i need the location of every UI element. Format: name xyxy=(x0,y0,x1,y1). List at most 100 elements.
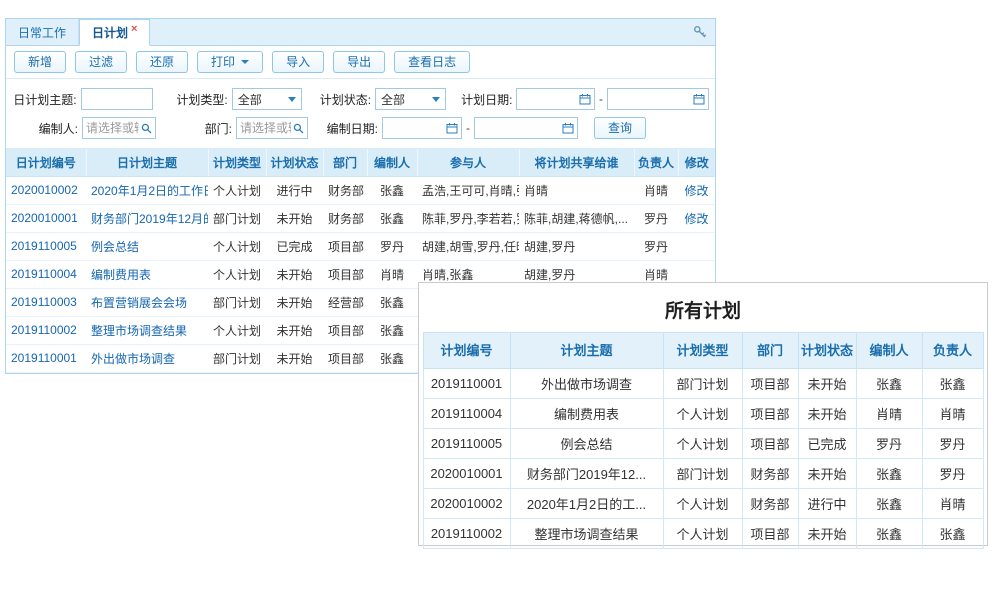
cell-owner: 肖晴 xyxy=(922,489,983,519)
cell-type: 个人计划 xyxy=(663,489,742,519)
plan-id-link[interactable]: 2019110003 xyxy=(11,295,77,309)
subject-link[interactable]: 外出做市场调查 xyxy=(91,352,175,366)
calendar-icon[interactable] xyxy=(446,122,458,134)
status-select[interactable]: 全部 xyxy=(375,88,446,110)
cell-subject: 2020年1月2日的工... xyxy=(510,489,663,519)
subject-link[interactable]: 编制费用表 xyxy=(91,268,151,282)
print-button-label: 打印 xyxy=(211,55,235,69)
col-dept[interactable]: 部门 xyxy=(323,149,367,176)
cell-creator: 罗丹 xyxy=(856,429,922,459)
col-modify[interactable]: 修改 xyxy=(678,149,715,176)
col-creator[interactable]: 编制人 xyxy=(367,149,417,176)
plan-id-link[interactable]: 2019110001 xyxy=(11,351,77,365)
filter-button[interactable]: 过滤 xyxy=(75,51,127,73)
query-button[interactable]: 查询 xyxy=(594,117,646,139)
cell-participants: 胡建,胡雪,罗丹,任晓... xyxy=(417,232,519,260)
type-select[interactable]: 全部 xyxy=(232,88,303,110)
table-header-row: 日计划编号 日计划主题 计划类型 计划状态 部门 编制人 参与人 将计划共享给谁… xyxy=(6,149,715,176)
cell-plan-id: 2020010001 xyxy=(6,204,86,232)
cell-creator: 张鑫 xyxy=(856,519,922,549)
cell-creator: 张鑫 xyxy=(367,288,417,316)
col-plan-id[interactable]: 日计划编号 xyxy=(6,149,86,176)
calendar-icon[interactable] xyxy=(579,93,591,105)
table-row: 2020010001 财务部门2019年12... 部门计划 财务部 未开始 张… xyxy=(423,459,983,489)
create-date-to-input[interactable] xyxy=(478,119,560,137)
col-creator: 编制人 xyxy=(856,333,922,369)
plan-id-link[interactable]: 2020010001 xyxy=(11,211,78,225)
subject-input[interactable] xyxy=(85,90,150,108)
cell-subject: 财务部门2019年12月的... xyxy=(86,204,208,232)
subject-link[interactable]: 2020年1月2日的工作日... xyxy=(91,184,208,198)
chevron-down-icon xyxy=(288,97,296,102)
add-button[interactable]: 新增 xyxy=(14,51,66,73)
plan-id-link[interactable]: 2020010002 xyxy=(11,183,78,197)
tab-daily-work[interactable]: 日常工作 xyxy=(6,19,79,45)
cell-modify: 修改 xyxy=(678,204,715,232)
cell-creator: 张鑫 xyxy=(367,316,417,344)
plan-id-link[interactable]: 2019110002 xyxy=(11,323,77,337)
cell-creator: 罗丹 xyxy=(367,232,417,260)
cell-subject: 编制费用表 xyxy=(86,260,208,288)
search-icon[interactable] xyxy=(293,123,304,134)
cell-type: 部门计划 xyxy=(663,459,742,489)
cell-owner: 罗丹 xyxy=(922,459,983,489)
close-tab-icon[interactable]: × xyxy=(131,23,137,35)
plan-id-link[interactable]: 2019110004 xyxy=(11,267,77,281)
col-participants[interactable]: 参与人 xyxy=(417,149,519,176)
subject-link[interactable]: 财务部门2019年12月的... xyxy=(91,212,208,226)
cell-plan-id: 2019110005 xyxy=(423,429,510,459)
cell-subject: 2020年1月2日的工作日... xyxy=(86,176,208,204)
all-plans-table: 计划编号 计划主题 计划类型 部门 计划状态 编制人 负责人 201911000… xyxy=(423,332,984,549)
plan-date-to-box xyxy=(607,88,709,110)
plan-id-link[interactable]: 2019110005 xyxy=(11,239,77,253)
cell-plan-id: 2020010002 xyxy=(423,489,510,519)
cell-creator: 张鑫 xyxy=(856,369,922,399)
import-button[interactable]: 导入 xyxy=(272,51,324,73)
tab-daily-plan[interactable]: 日计划 × xyxy=(79,19,150,46)
cell-plan-id: 2019110004 xyxy=(423,399,510,429)
cell-plan-id: 2019110002 xyxy=(423,519,510,549)
restore-button[interactable]: 还原 xyxy=(136,51,188,73)
dept-input[interactable] xyxy=(240,119,291,137)
cell-plan-id: 2019110002 xyxy=(6,316,86,344)
modify-link[interactable]: 修改 xyxy=(684,184,708,198)
col-subject[interactable]: 日计划主题 xyxy=(86,149,208,176)
cell-subject: 财务部门2019年12... xyxy=(510,459,663,489)
search-icon[interactable] xyxy=(141,123,152,134)
cell-type: 部门计划 xyxy=(663,369,742,399)
col-share[interactable]: 将计划共享给谁 xyxy=(519,149,634,176)
subject-link[interactable]: 布置营销展会会场 xyxy=(91,296,187,310)
cell-type: 个人计划 xyxy=(663,429,742,459)
cell-participants: 陈菲,罗丹,李若若,罗... xyxy=(417,204,519,232)
cell-subject: 外出做市场调查 xyxy=(510,369,663,399)
cell-subject: 例会总结 xyxy=(86,232,208,260)
cell-share: 陈菲,胡建,蒋德帆,... xyxy=(519,204,634,232)
cell-share: 胡建,罗丹 xyxy=(519,232,634,260)
table-row: 2020010001 财务部门2019年12月的... 部门计划 未开始 财务部… xyxy=(6,204,715,232)
calendar-icon[interactable] xyxy=(693,93,705,105)
cell-owner: 张鑫 xyxy=(922,369,983,399)
col-status[interactable]: 计划状态 xyxy=(266,149,323,176)
cell-dept: 项目部 xyxy=(742,369,798,399)
col-owner: 负责人 xyxy=(922,333,983,369)
create-date-from-input[interactable] xyxy=(386,119,444,137)
subject-link[interactable]: 例会总结 xyxy=(91,240,139,254)
col-type[interactable]: 计划类型 xyxy=(208,149,266,176)
dept-input-box xyxy=(236,117,308,139)
creator-input[interactable] xyxy=(86,119,139,137)
view-log-button[interactable]: 查看日志 xyxy=(394,51,470,73)
cell-dept: 项目部 xyxy=(742,519,798,549)
key-icon[interactable] xyxy=(693,25,707,44)
plan-date-to-input[interactable] xyxy=(611,90,691,108)
cell-status: 未开始 xyxy=(266,316,323,344)
subject-link[interactable]: 整理市场调查结果 xyxy=(91,324,187,338)
plan-date-from-input[interactable] xyxy=(520,90,577,108)
print-button[interactable]: 打印 xyxy=(197,51,263,73)
cell-status: 未开始 xyxy=(266,288,323,316)
col-owner[interactable]: 负责人 xyxy=(634,149,678,176)
modify-link[interactable]: 修改 xyxy=(684,212,708,226)
cell-share: 肖晴 xyxy=(519,176,634,204)
cell-owner: 肖晴 xyxy=(634,176,678,204)
export-button[interactable]: 导出 xyxy=(333,51,385,73)
calendar-icon[interactable] xyxy=(562,122,574,134)
